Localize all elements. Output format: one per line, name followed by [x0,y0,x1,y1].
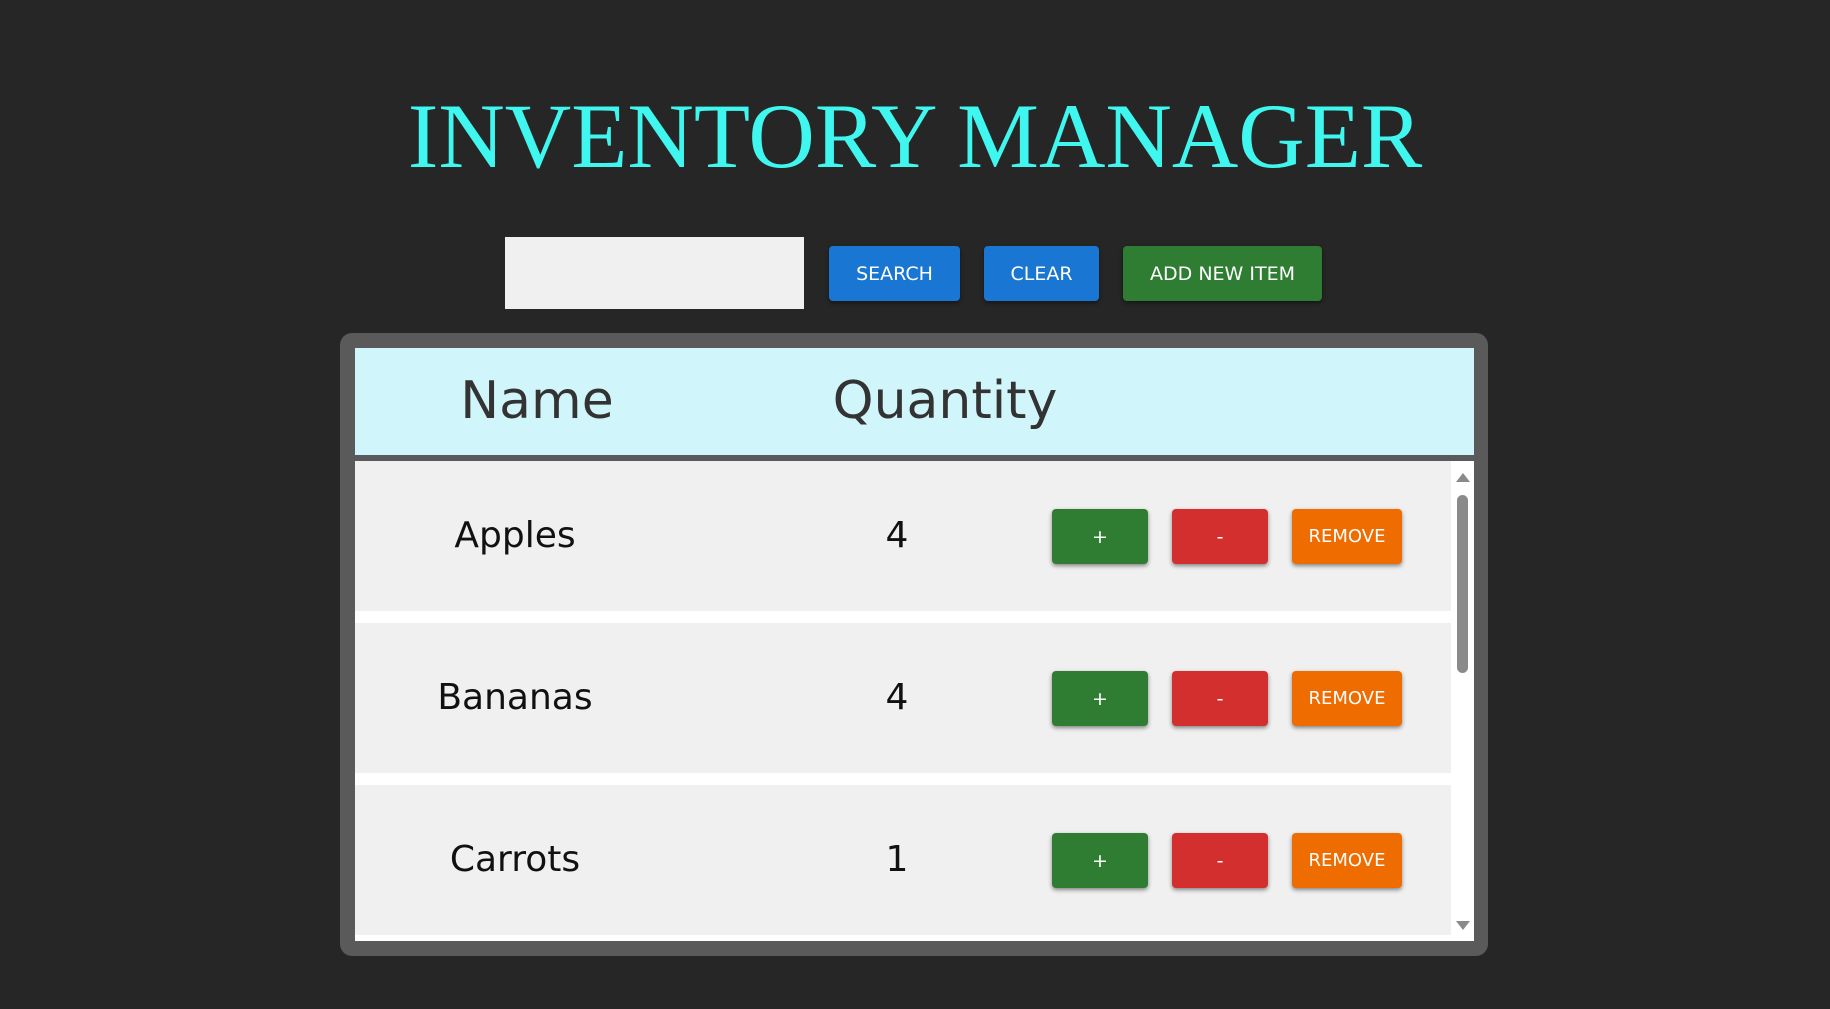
table-header: Name Quantity [355,348,1474,455]
vertical-scrollbar[interactable] [1451,461,1474,941]
item-name: Bananas [437,677,593,718]
triangle-up-icon[interactable] [1456,473,1470,482]
clear-button[interactable]: CLEAR [984,246,1099,301]
table-row: Bananas 4 + - REMOVE [355,623,1451,773]
item-quantity: 1 [885,839,909,880]
decrement-button[interactable]: - [1172,509,1268,564]
table-row: Apples 4 + - REMOVE [355,461,1451,611]
decrement-button[interactable]: - [1172,671,1268,726]
triangle-down-icon[interactable] [1456,921,1470,930]
table-body[interactable]: Apples 4 + - REMOVE Bananas 4 + - REMOVE… [355,461,1474,941]
add-new-item-button[interactable]: ADD NEW ITEM [1123,246,1322,301]
remove-button[interactable]: REMOVE [1292,509,1402,564]
increment-button[interactable]: + [1052,833,1148,888]
search-button[interactable]: SEARCH [829,246,960,301]
table-row: Carrots 1 + - REMOVE [355,785,1451,935]
remove-button[interactable]: REMOVE [1292,671,1402,726]
column-header-quantity: Quantity [832,371,1058,431]
page-title: INVENTORY MANAGER [407,85,1423,187]
item-name: Carrots [449,839,581,880]
increment-button[interactable]: + [1052,509,1148,564]
scrollbar-thumb[interactable] [1457,495,1468,673]
remove-button[interactable]: REMOVE [1292,833,1402,888]
decrement-button[interactable]: - [1172,833,1268,888]
column-header-name: Name [460,371,614,431]
inventory-table: Name Quantity Apples 4 + - REMOVE Banana… [340,333,1488,956]
increment-button[interactable]: + [1052,671,1148,726]
search-input[interactable] [505,237,804,309]
item-quantity: 4 [885,515,909,556]
item-quantity: 4 [885,677,909,718]
item-name: Apples [454,515,576,556]
